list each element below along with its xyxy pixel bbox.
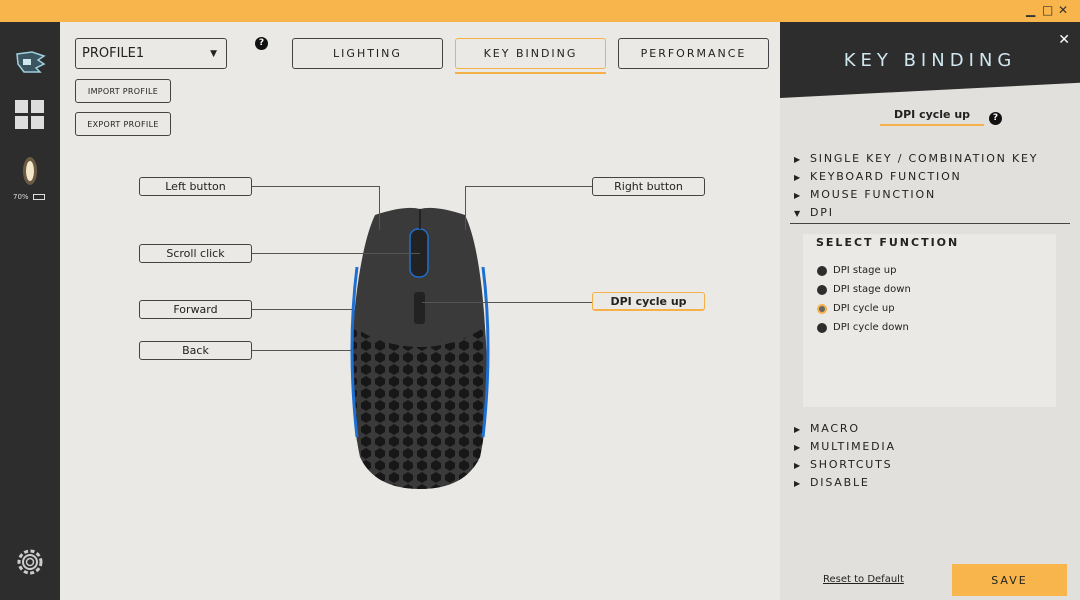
- section-macro[interactable]: ▶ MACRO: [794, 422, 860, 435]
- reset-to-default-link[interactable]: Reset to Default: [823, 574, 904, 585]
- tab-performance[interactable]: PERFORMANCE: [618, 38, 769, 69]
- maximize-button[interactable]: □: [1042, 3, 1053, 17]
- export-profile-button[interactable]: EXPORT PROFILE: [75, 112, 171, 136]
- settings-gear-icon[interactable]: [14, 546, 46, 578]
- close-panel-icon[interactable]: ✕: [1058, 32, 1070, 48]
- radio-icon: [817, 322, 827, 333]
- section-mouse-function[interactable]: ▶ MOUSE FUNCTION: [794, 188, 936, 201]
- forward-label[interactable]: Forward: [139, 300, 252, 319]
- triangle-right-icon: ▶: [794, 191, 802, 200]
- help-icon[interactable]: ?: [989, 112, 1002, 125]
- help-icon[interactable]: ?: [255, 37, 268, 50]
- key-binding-panel: KEY BINDING ✕ DPI cycle up ? ▶ SINGLE KEY…: [780, 22, 1080, 600]
- radio-icon: [817, 265, 827, 276]
- section-shortcuts[interactable]: ▶ SHORTCUTS: [794, 458, 892, 471]
- battery-level: 70%: [13, 193, 29, 201]
- profile-value: PROFILE1: [82, 46, 145, 61]
- battery-icon: [33, 194, 45, 200]
- triangle-right-icon: ▶: [794, 479, 802, 488]
- current-binding: DPI cycle up: [880, 108, 984, 126]
- dpi-cycle-up-label[interactable]: DPI cycle up: [592, 292, 705, 311]
- function-option[interactable]: DPI stage down: [817, 284, 911, 295]
- mouse-image: [350, 207, 490, 489]
- triangle-right-icon: ▶: [794, 443, 802, 452]
- function-option[interactable]: DPI stage up: [817, 265, 896, 276]
- triangle-right-icon: ▶: [794, 425, 802, 434]
- back-label[interactable]: Back: [139, 341, 252, 360]
- select-function-box: SELECT FUNCTION DPI stage up DPI stage d…: [803, 234, 1056, 407]
- brand-logo-icon[interactable]: [14, 50, 46, 76]
- profile-select[interactable]: PROFILE1 ▼: [75, 38, 227, 69]
- section-keyboard-function[interactable]: ▶ KEYBOARD FUNCTION: [794, 170, 962, 183]
- triangle-down-icon: ▼: [794, 209, 802, 218]
- section-multimedia[interactable]: ▶ MULTIMEDIA: [794, 440, 896, 453]
- triangle-right-icon: ▶: [794, 173, 802, 182]
- scroll-click-label[interactable]: Scroll click: [139, 244, 252, 263]
- title-bar: ▁ □ ✕: [0, 0, 1080, 22]
- triangle-right-icon: ▶: [794, 461, 802, 470]
- section-dpi[interactable]: ▼ DPI: [794, 206, 834, 219]
- right-button-label[interactable]: Right button: [592, 177, 705, 196]
- chevron-down-icon: ▼: [210, 48, 217, 59]
- save-button[interactable]: SAVE: [952, 564, 1067, 596]
- close-window-button[interactable]: ✕: [1058, 3, 1068, 17]
- radio-selected-icon: [817, 303, 827, 314]
- section-single-key[interactable]: ▶ SINGLE KEY / COMBINATION KEY: [794, 152, 1038, 165]
- mouse-device-icon[interactable]: [20, 155, 40, 187]
- import-profile-button[interactable]: IMPORT PROFILE: [75, 79, 171, 103]
- dashboard-grid-icon[interactable]: [15, 100, 45, 130]
- select-function-title: SELECT FUNCTION: [816, 236, 960, 249]
- left-button-label[interactable]: Left button: [139, 177, 252, 196]
- triangle-right-icon: ▶: [794, 155, 802, 164]
- active-tab-underline: [455, 72, 606, 74]
- minimize-button[interactable]: ▁: [1026, 3, 1035, 17]
- tab-lighting[interactable]: LIGHTING: [292, 38, 443, 69]
- sidebar: 70%: [0, 22, 60, 600]
- function-option[interactable]: DPI cycle down: [817, 322, 909, 333]
- radio-icon: [817, 284, 827, 295]
- panel-title: KEY BINDING: [843, 50, 1017, 71]
- tab-key-binding[interactable]: KEY BINDING: [455, 38, 606, 69]
- section-disable[interactable]: ▶ DISABLE: [794, 476, 870, 489]
- main-area: PROFILE1 ▼ ? IMPORT PROFILE EXPORT PROFI…: [60, 22, 780, 600]
- function-option-selected[interactable]: DPI cycle up: [817, 303, 895, 314]
